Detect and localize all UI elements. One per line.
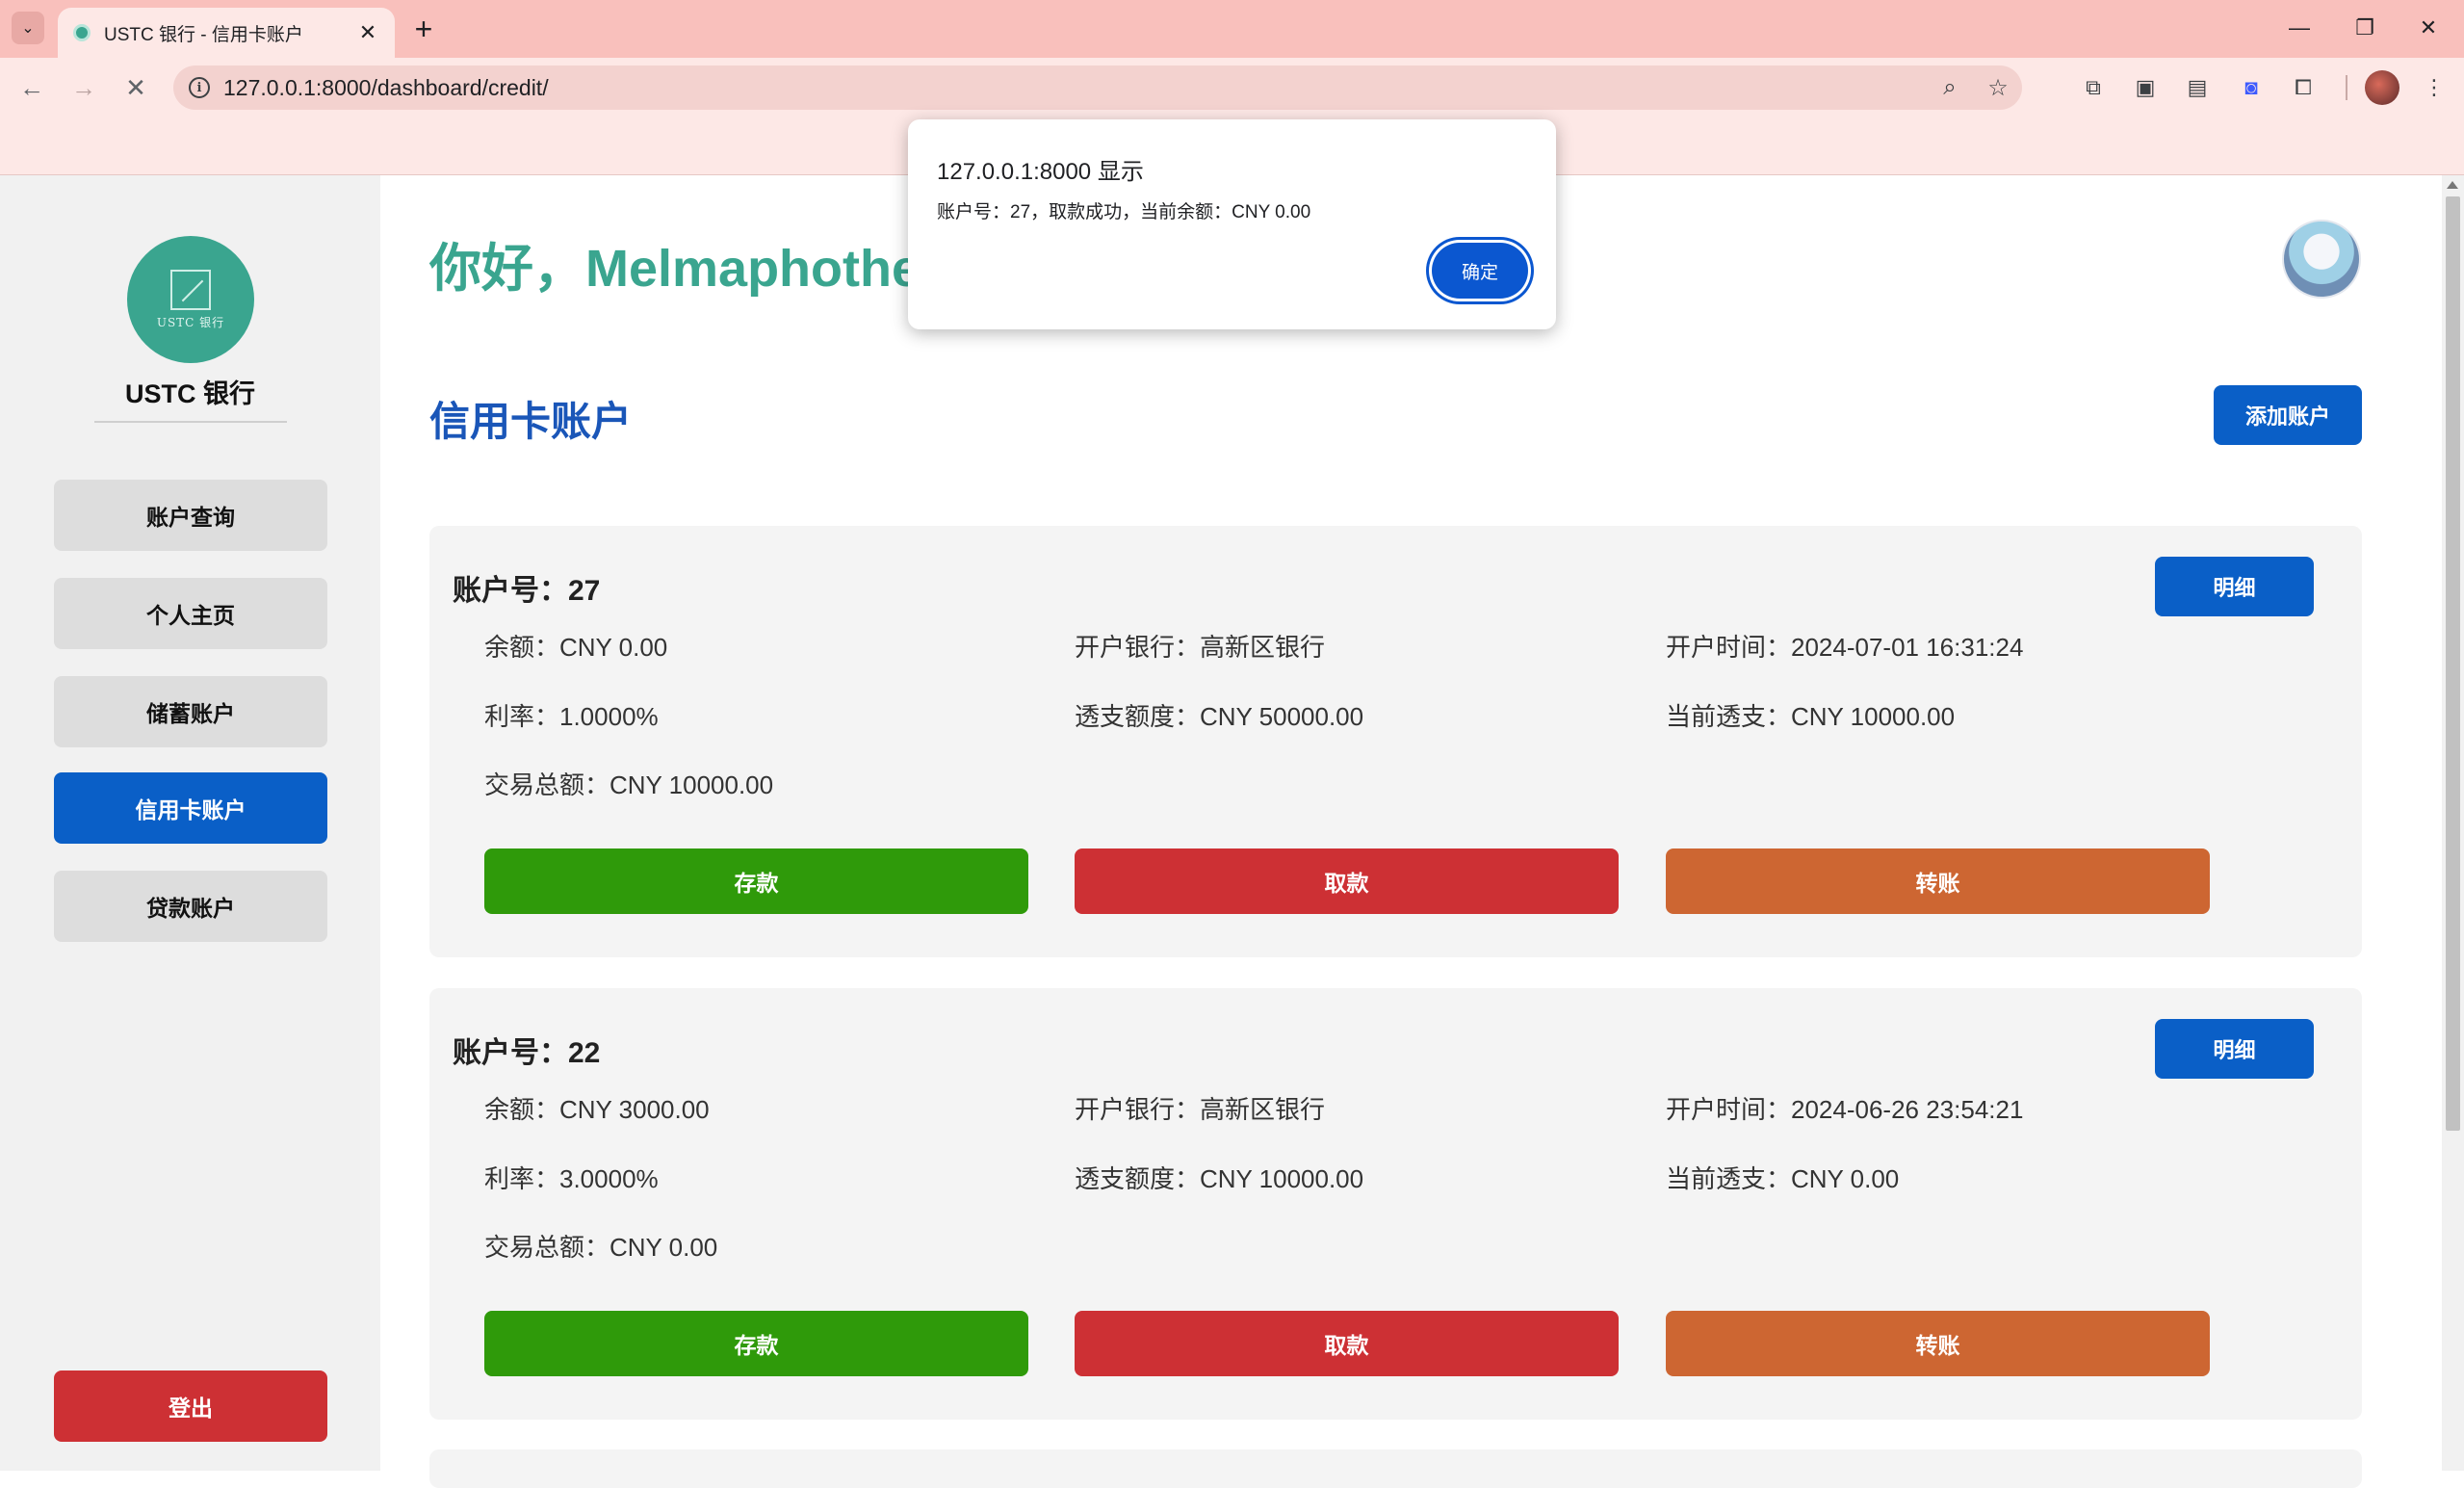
account-number: 账户号：22 <box>453 1037 601 1069</box>
minimize-icon[interactable]: — <box>2275 8 2323 48</box>
sidebar: USTC 银行 USTC 银行 账户查询 个人主页 储蓄账户 信用卡账户 贷款账… <box>0 175 380 1471</box>
account-card-partial <box>429 1449 2362 1488</box>
blue-extension-icon[interactable]: ◙ <box>2236 72 2267 103</box>
sidebar-item-credit-card[interactable]: 信用卡账户 <box>54 772 327 844</box>
add-account-button[interactable]: 添加账户 <box>2214 385 2362 445</box>
open-time-field: 开户时间：2024-06-26 23:54:21 <box>1666 1095 2024 1124</box>
brand-name: USTC 银行 <box>125 379 255 408</box>
browser-tabstrip: ⌄ USTC 银行 - 信用卡账户 ✕ + — ❐ ✕ <box>0 0 2464 58</box>
open-time-field: 开户时间：2024-07-01 16:31:24 <box>1666 633 2024 662</box>
browser-tab[interactable]: USTC 银行 - 信用卡账户 ✕ <box>58 8 395 58</box>
new-tab-icon[interactable]: + <box>404 10 443 48</box>
deposit-button[interactable]: 存款 <box>484 1311 1028 1376</box>
dialog-title: 127.0.0.1:8000 显示 <box>937 159 1144 185</box>
current-overdraft-field: 当前透支：CNY 10000.00 <box>1666 702 1956 731</box>
sidebar-item-savings[interactable]: 储蓄账户 <box>54 676 327 747</box>
overdraft-limit-field: 透支额度：CNY 10000.00 <box>1075 1164 1364 1193</box>
deposit-button[interactable]: 存款 <box>484 848 1028 914</box>
logo-text: USTC 银行 <box>156 315 225 329</box>
details-button[interactable]: 明细 <box>2155 1019 2314 1079</box>
browser-toolbar: ← → ✕ i 127.0.0.1:8000/dashboard/credit/… <box>0 58 2464 117</box>
back-arrow-icon[interactable]: ← <box>15 71 48 104</box>
bookmark-star-icon[interactable]: ☆ <box>1974 74 2022 102</box>
sidebar-item-profile[interactable]: 个人主页 <box>54 578 327 649</box>
scroll-up-arrow-icon[interactable] <box>2447 181 2458 189</box>
dialog-ok-button[interactable]: 确定 <box>1432 243 1528 299</box>
user-avatar[interactable] <box>2282 220 2361 299</box>
window-close-icon[interactable]: ✕ <box>2404 8 2452 48</box>
greeting-heading: 你好，Melmaphothe <box>429 240 921 298</box>
zoom-icon[interactable]: ⌕ <box>1926 74 1974 101</box>
bank-logo: USTC 银行 <box>127 236 254 363</box>
loading-favicon-icon <box>73 24 91 41</box>
balance-field: 余额：CNY 3000.00 <box>484 1095 710 1124</box>
restore-icon[interactable]: ❐ <box>2341 8 2389 48</box>
overdraft-limit-field: 透支额度：CNY 50000.00 <box>1075 702 1364 731</box>
stop-loading-icon[interactable]: ✕ <box>119 71 152 104</box>
transaction-total-field: 交易总额：CNY 10000.00 <box>484 770 774 799</box>
tab-close-icon[interactable]: ✕ <box>356 20 379 45</box>
picture-in-picture-icon[interactable]: ▣ <box>2130 72 2161 103</box>
translate-extension-icon[interactable]: ⧉ <box>2078 72 2109 103</box>
bank-field: 开户银行：高新区银行 <box>1075 633 1326 662</box>
alert-dialog: 127.0.0.1:8000 显示 账户号：27，取款成功，当前余额：CNY 0… <box>908 119 1556 329</box>
profile-avatar-icon[interactable] <box>2365 70 2399 105</box>
url-text[interactable]: 127.0.0.1:8000/dashboard/credit/ <box>223 75 1926 101</box>
tab-title: USTC 银行 - 信用卡账户 <box>104 24 303 45</box>
page-scrollbar[interactable] <box>2442 175 2464 1471</box>
bank-field: 开户银行：高新区银行 <box>1075 1095 1326 1124</box>
rate-field: 利率：1.0000% <box>484 702 659 731</box>
withdraw-button[interactable]: 取款 <box>1075 1311 1619 1376</box>
page: USTC 银行 USTC 银行 账户查询 个人主页 储蓄账户 信用卡账户 贷款账… <box>0 175 2464 1488</box>
account-card: 账户号：22 明细 余额：CNY 3000.00 开户银行：高新区银行 开户时间… <box>429 988 2362 1420</box>
account-number: 账户号：27 <box>453 575 601 607</box>
logo-mark-icon <box>170 269 211 310</box>
tab-search-chevron-icon[interactable]: ⌄ <box>12 12 44 44</box>
logout-button[interactable]: 登出 <box>54 1371 327 1442</box>
scroll-thumb[interactable] <box>2446 196 2460 1131</box>
rate-field: 利率：3.0000% <box>484 1164 659 1193</box>
kebab-menu-icon[interactable]: ⋮ <box>2419 72 2450 103</box>
details-button[interactable]: 明细 <box>2155 557 2314 616</box>
site-info-icon[interactable]: i <box>189 77 210 98</box>
address-bar[interactable]: i 127.0.0.1:8000/dashboard/credit/ ⌕ ☆ <box>173 65 2022 110</box>
transfer-button[interactable]: 转账 <box>1666 848 2210 914</box>
forward-arrow-icon[interactable]: → <box>67 71 100 104</box>
balance-field: 余额：CNY 0.00 <box>484 633 668 662</box>
transaction-total-field: 交易总额：CNY 0.00 <box>484 1233 718 1262</box>
withdraw-button[interactable]: 取款 <box>1075 848 1619 914</box>
page-title: 信用卡账户 <box>429 399 633 444</box>
account-card: 账户号：27 明细 余额：CNY 0.00 开户银行：高新区银行 开户时间：20… <box>429 526 2362 957</box>
current-overdraft-field: 当前透支：CNY 0.00 <box>1666 1164 1900 1193</box>
screenshot-extension-icon[interactable]: ▤ <box>2182 72 2213 103</box>
dialog-message: 账户号：27，取款成功，当前余额：CNY 0.00 <box>937 202 1311 222</box>
brand-divider <box>94 421 287 423</box>
sidebar-item-loan[interactable]: 贷款账户 <box>54 871 327 942</box>
transfer-button[interactable]: 转账 <box>1666 1311 2210 1376</box>
extensions-puzzle-icon[interactable]: ⧠ <box>2288 72 2319 103</box>
sidebar-item-account-query[interactable]: 账户查询 <box>54 480 327 551</box>
toolbar-divider <box>2346 75 2347 100</box>
